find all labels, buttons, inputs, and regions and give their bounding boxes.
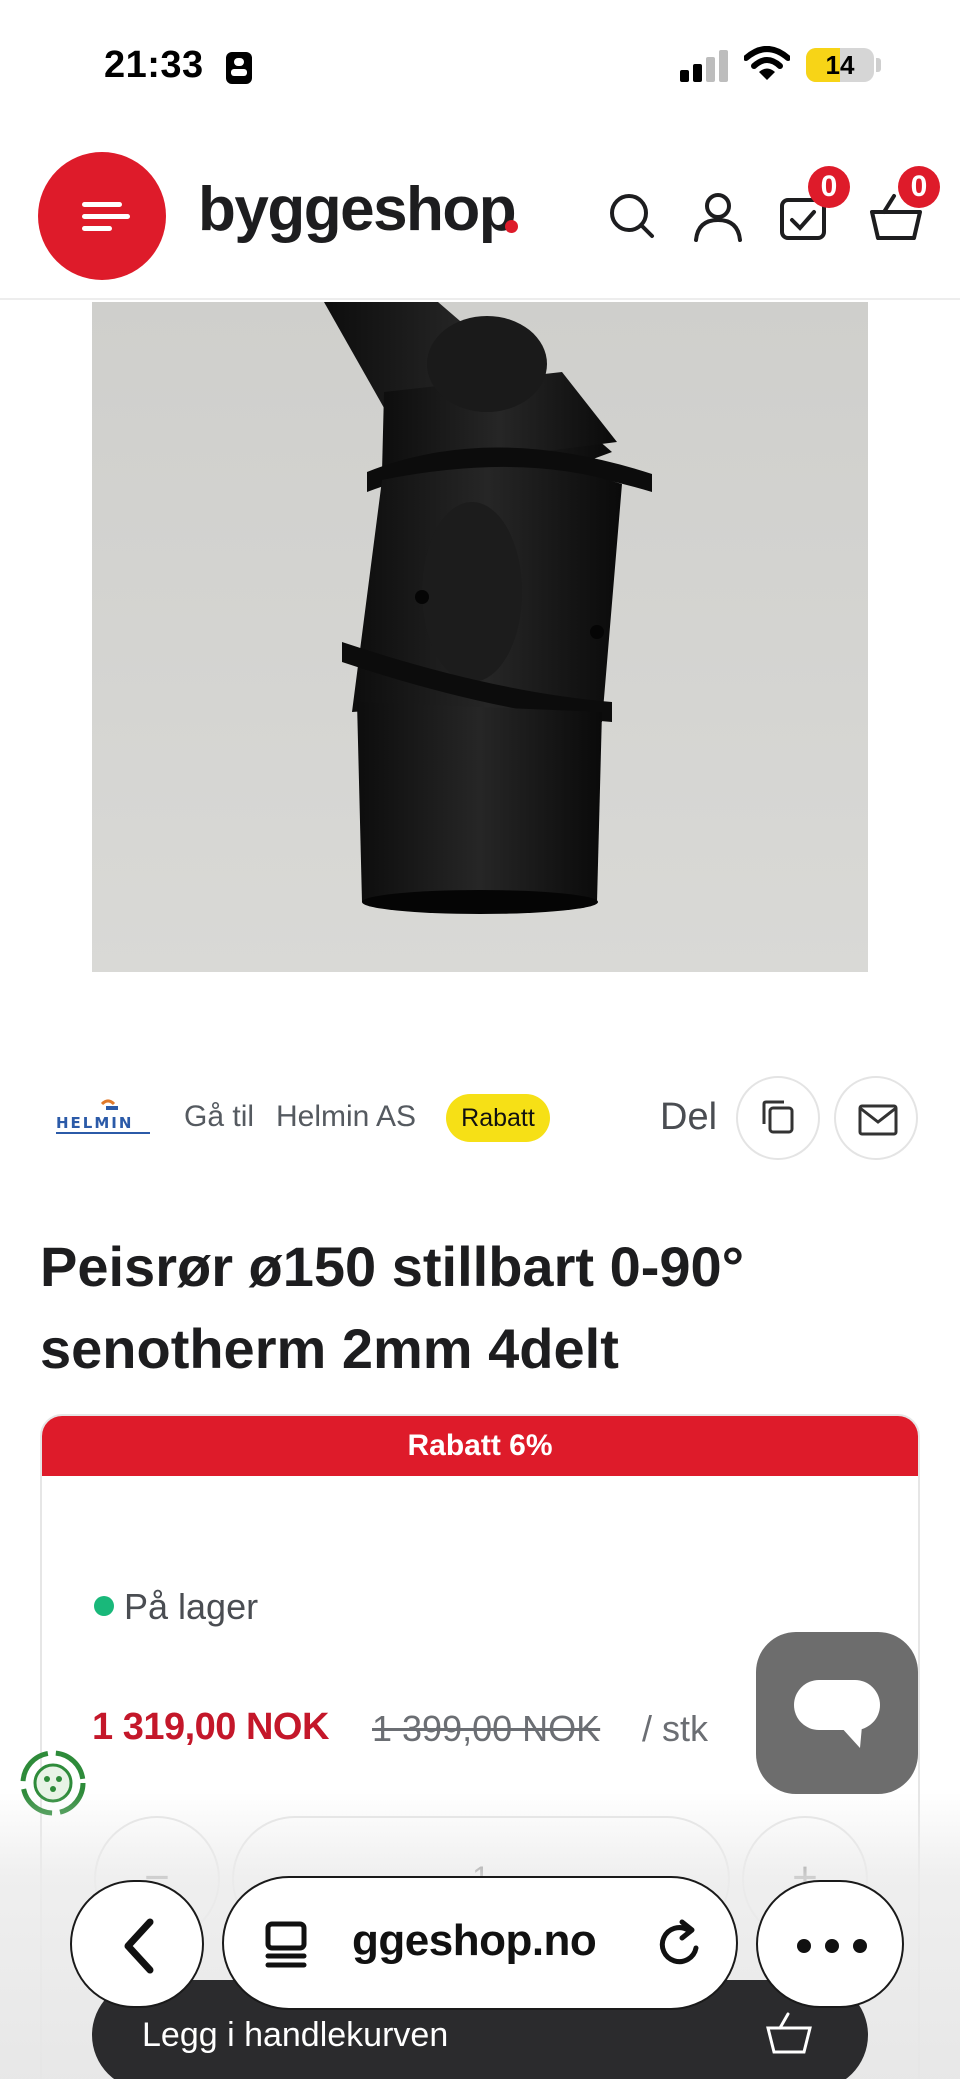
site-logo[interactable]: byggeshop <box>198 174 517 245</box>
share-email-button[interactable] <box>834 1076 918 1160</box>
price-unit: / stk <box>642 1708 709 1749</box>
cellular-signal-icon <box>680 50 730 82</box>
share-label: Del <box>660 1096 718 1138</box>
brand-logo-text: HELMIN <box>56 1114 133 1132</box>
url-text: ggeshop.no <box>352 1916 597 1965</box>
logo-dot <box>505 220 518 233</box>
more-dots-icon <box>797 1939 867 1953</box>
reload-icon[interactable] <box>652 1918 706 1972</box>
cart-count-badge: 0 <box>898 166 940 208</box>
chevron-left-icon <box>124 1918 154 1974</box>
chat-bubble-icon <box>794 1680 880 1748</box>
current-price: 1 319,00 NOK <box>92 1706 329 1748</box>
browser-more-button[interactable] <box>756 1880 904 2008</box>
cart-icon <box>766 2012 812 2054</box>
status-time: 21:33 <box>104 44 204 86</box>
brand-goto-label[interactable]: Gå til <box>184 1100 254 1134</box>
menu-icon <box>82 202 122 207</box>
helmin-logo[interactable]: HELMIN <box>56 1098 150 1138</box>
copy-link-button[interactable] <box>736 1076 820 1160</box>
product-image[interactable] <box>92 302 868 972</box>
discount-tag: Rabatt <box>446 1094 550 1142</box>
copy-icon <box>762 1100 794 1134</box>
old-price: 1 399,00 NOK <box>372 1708 601 1749</box>
product-title: Peisrør ø150 stillbart 0-90° senotherm 2… <box>40 1235 745 1380</box>
tab-overview-icon <box>265 1921 307 1968</box>
brand-link[interactable]: Helmin AS <box>276 1100 416 1134</box>
menu-button[interactable] <box>38 152 166 280</box>
discount-banner: Rabatt 6% <box>42 1416 918 1476</box>
battery-icon: 14 <box>806 48 874 82</box>
stovepipe-image <box>324 302 652 914</box>
wishlist-count-badge: 0 <box>808 166 850 208</box>
chat-button[interactable] <box>756 1632 918 1794</box>
wifi-icon <box>744 46 790 80</box>
search-icon[interactable] <box>604 188 660 244</box>
in-stock-dot-icon <box>94 1596 114 1616</box>
user-icon[interactable] <box>690 188 746 244</box>
id-card-icon <box>226 52 252 84</box>
site-header: byggeshop 0 0 <box>0 140 960 300</box>
stock-status: På lager <box>124 1586 259 1627</box>
address-bar[interactable]: ggeshop.no <box>222 1876 738 2010</box>
add-to-cart-label: Legg i handlekurven <box>142 2016 449 2054</box>
browser-back-button[interactable] <box>70 1880 204 2008</box>
battery-level: 14 <box>825 50 855 80</box>
mail-icon <box>858 1104 898 1136</box>
status-bar: 21:33 14 <box>0 0 960 130</box>
